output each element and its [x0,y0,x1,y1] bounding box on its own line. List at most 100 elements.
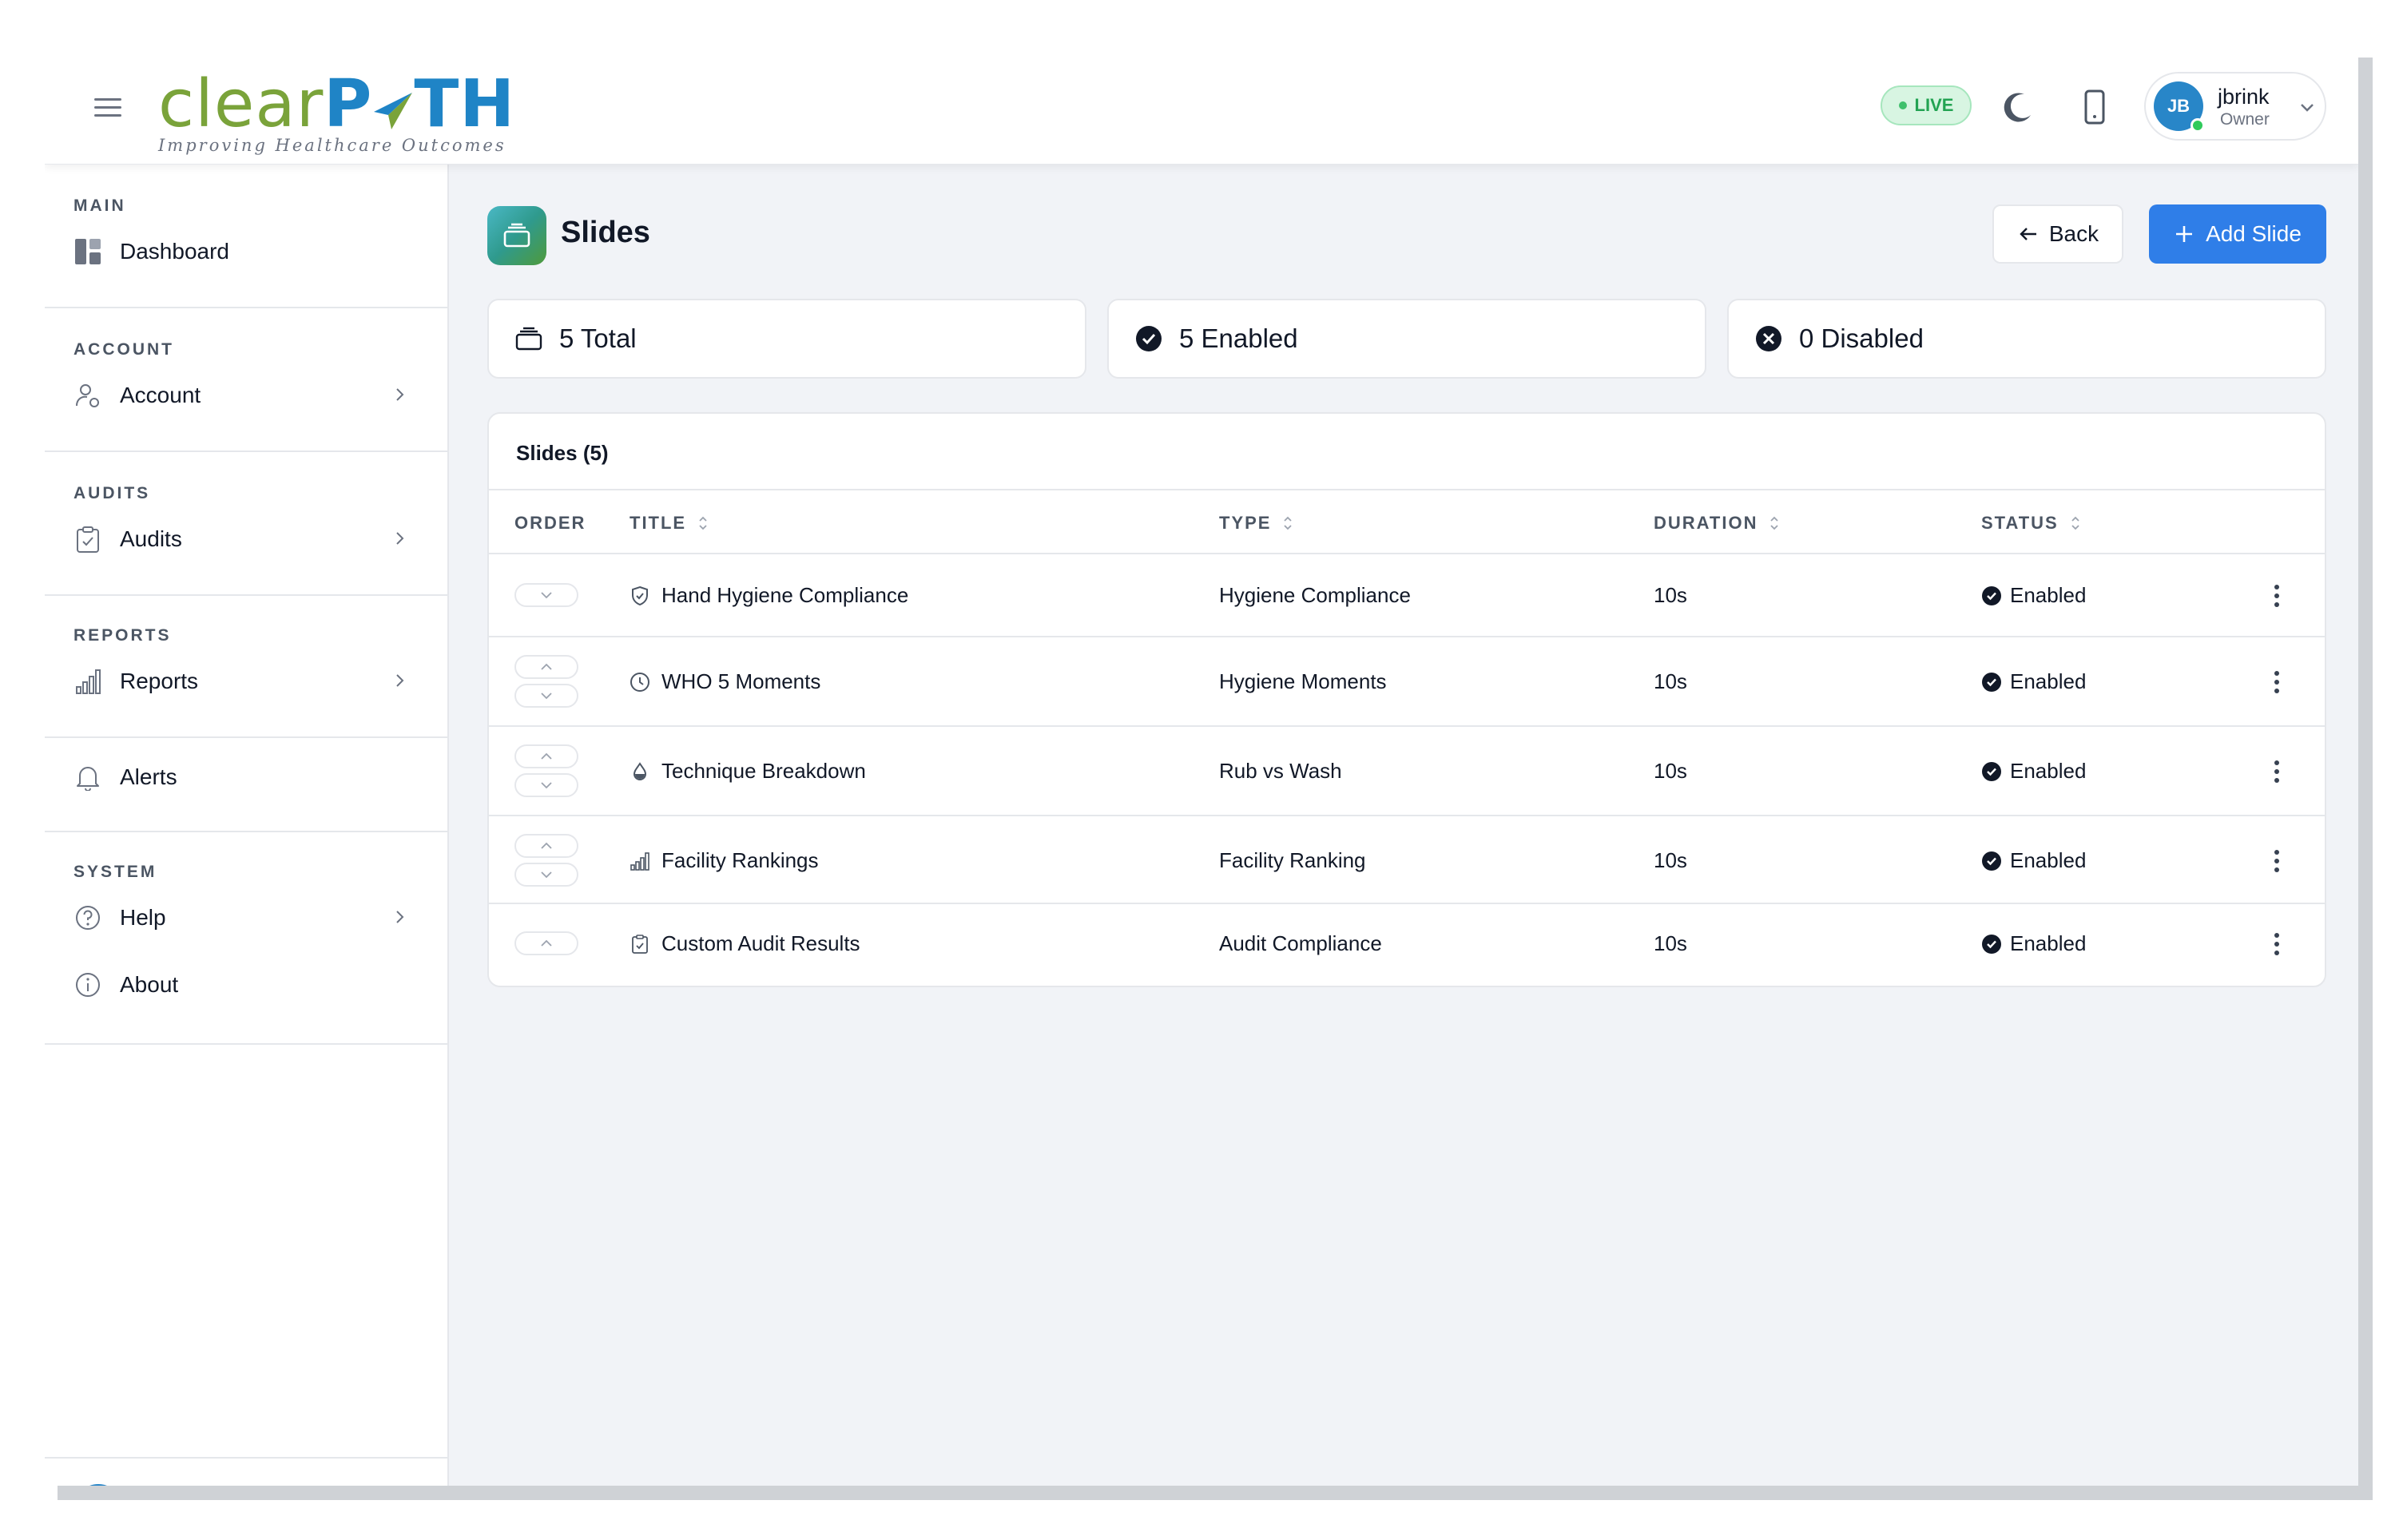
kebab-dot [2274,933,2279,938]
slide-title: Hand Hygiene Compliance [661,583,909,607]
row-actions-menu-button[interactable] [2262,665,2291,700]
sidebar-item-reports[interactable]: Reports [73,660,428,703]
slide-duration: 10s [1654,759,1687,783]
slide-title: Facility Rankings [661,848,819,872]
table-row: Technique Breakdown Rub vs Wash 10s Enab… [489,727,2325,816]
logo-path-text: P [324,66,373,142]
chevron-right-icon [396,532,404,545]
check-circle-icon [1981,851,2002,871]
sidebar-item-dashboard[interactable]: Dashboard [73,230,428,273]
slide-duration: 10s [1654,669,1687,693]
sidebar-section-reports: REPORTS [73,626,172,645]
hamburger-line [94,106,121,109]
column-header-status[interactable]: STATUS [1981,513,2081,534]
sidebar-section-account: ACCOUNT [73,340,174,359]
sidebar-item-help[interactable]: Help [73,896,428,939]
kebab-dot [2274,859,2279,863]
sidebar-item-account[interactable]: Account [73,374,428,417]
sidebar: MAIN Dashboard ACCOUNT Account AUDITS Au… [45,165,449,1486]
move-up-button[interactable] [514,744,578,768]
sort-icon [699,516,707,530]
move-down-button[interactable] [514,863,578,887]
chevron-down-icon [541,871,552,879]
move-up-button[interactable] [514,931,578,955]
logo-tagline: Improving Healthcare Outcomes [158,136,506,155]
chevron-down-icon [541,782,552,789]
move-down-button[interactable] [514,684,578,708]
live-label: LIVE [1914,95,1954,115]
add-slide-button[interactable]: Add Slide [2149,204,2326,264]
slide-title-cell: Technique Breakdown [630,759,866,784]
slide-type: Hygiene Moments [1219,669,1387,693]
check-circle-icon [1981,934,2002,955]
stat-disabled-text: 0 Disabled [1799,323,1924,353]
slide-duration: 10s [1654,583,1687,607]
plus-icon [2176,226,2193,242]
dark-mode-moon-icon[interactable] [2000,89,2036,125]
sidebar-item-alerts[interactable]: Alerts [73,756,428,799]
order-controls [514,583,578,607]
move-up-button[interactable] [514,655,578,679]
slide-status: Enabled [1981,759,2086,784]
chevron-up-icon [541,752,552,760]
stat-total-text: 5 Total [559,323,637,353]
move-down-button[interactable] [514,583,578,607]
slide-type: Audit Compliance [1219,931,1382,955]
kebab-dot [2274,769,2279,774]
column-header-title[interactable]: TITLE [630,513,709,534]
column-header-label: DURATION [1654,513,1758,533]
chevron-right-icon [396,911,404,923]
chevron-right-icon [396,388,404,401]
hamburger-line [94,114,121,117]
row-actions-menu-button[interactable] [2262,843,2291,879]
chevron-down-icon [2301,104,2314,112]
row-actions-menu-button[interactable] [2262,578,2291,613]
sidebar-divider [45,736,447,738]
sidebar-item-audits[interactable]: Audits [73,518,428,561]
table-title: Slides (5) [516,441,609,465]
slide-type: Rub vs Wash [1219,759,1342,783]
sidebar-item-about[interactable]: About [73,963,428,1006]
stat-enabled-text: 5 Enabled [1179,323,1298,353]
slide-title: Technique Breakdown [661,759,866,783]
clearpath-logo[interactable]: clearP TH Improving Healthcare Outcomes [158,69,534,165]
order-controls [514,834,578,887]
layers-icon [514,324,543,353]
window-shadow-right [2358,58,2373,1500]
chevron-up-icon [541,842,552,849]
live-dot-icon [1898,101,1907,109]
slide-type: Hygiene Compliance [1219,583,1411,607]
move-up-button[interactable] [514,834,578,858]
slide-title-cell: WHO 5 Moments [630,669,820,694]
top-header: clearP TH Improving Healthcare Outcomes L… [45,58,2358,165]
sidebar-section-main: MAIN [73,196,126,215]
sidebar-divider [45,307,447,308]
move-down-button[interactable] [514,773,578,797]
table-header-row: ORDER TITLE TYPE DURATION STATUS [489,489,2325,554]
slide-title: Custom Audit Results [661,931,860,955]
sidebar-item-label: About [120,972,179,997]
menu-toggle-button[interactable] [94,93,121,125]
user-menu-button[interactable]: JB jbrink Owner [2144,72,2326,141]
row-actions-menu-button[interactable] [2262,927,2291,962]
droplet-icon [630,761,650,782]
column-header-label: TYPE [1219,513,1272,533]
kebab-dot [2274,867,2279,872]
kebab-dot [2274,680,2279,685]
row-actions-menu-button[interactable] [2262,754,2291,789]
table-row: Facility Rankings Facility Ranking 10s E… [489,816,2325,904]
slide-duration: 10s [1654,931,1687,955]
kebab-dot [2274,593,2279,598]
table-row: Custom Audit Results Audit Compliance 10… [489,904,2325,986]
column-header-type[interactable]: TYPE [1219,513,1293,534]
arrow-left-icon [2020,228,2036,240]
check-circle-icon [1134,324,1163,353]
chevron-up-icon [541,939,552,947]
sidebar-item-label: Reports [120,669,199,693]
column-header-duration[interactable]: DURATION [1654,513,1780,534]
mobile-device-icon[interactable] [2077,88,2112,126]
kebab-dot [2274,951,2279,955]
page-title: Slides [561,216,650,249]
sidebar-user-panel: JB jbrink Owner [45,1457,447,1486]
back-button[interactable]: Back [1992,204,2123,264]
